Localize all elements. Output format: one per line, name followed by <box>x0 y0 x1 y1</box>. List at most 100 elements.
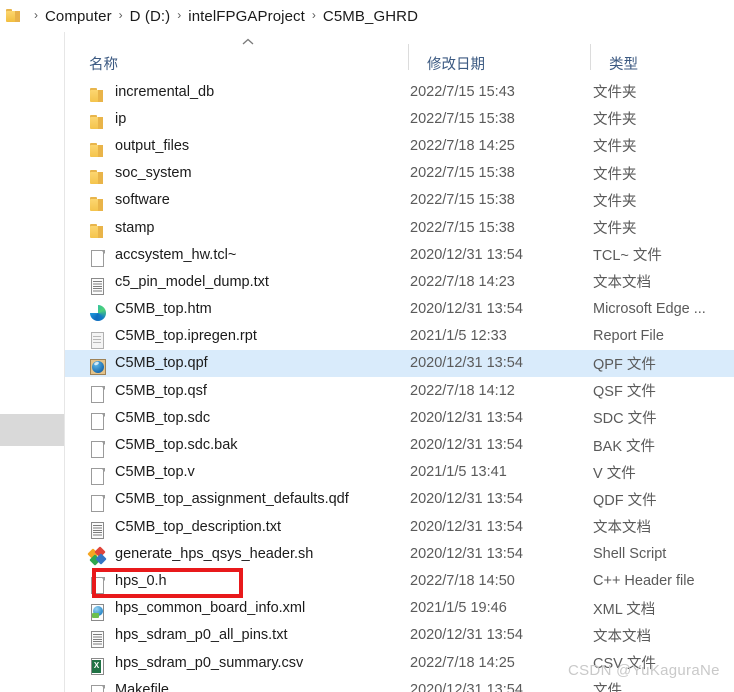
report-file-icon <box>89 330 107 350</box>
file-name[interactable]: C5MB_top.sdc.bak <box>115 437 238 453</box>
file-type: QSF 文件 <box>593 384 656 401</box>
file-name[interactable]: hps_common_board_info.xml <box>115 600 305 616</box>
table-row[interactable]: C5MB_top.sdc 2020/12/31 13:54 SDC 文件 <box>65 404 734 431</box>
table-row[interactable]: C5MB_top_description.txt 2020/12/31 13:54… <box>65 513 734 540</box>
file-name[interactable]: C5MB_top.v <box>115 464 195 480</box>
blank-document-icon <box>89 411 107 431</box>
file-date-modified: 2020/12/31 13:54 <box>410 409 523 426</box>
file-name[interactable]: C5MB_top.ipregen.rpt <box>115 328 257 344</box>
file-name[interactable]: C5MB_top_description.txt <box>115 519 281 535</box>
folder-icon <box>89 112 107 132</box>
column-header-row[interactable]: 名称 修改日期 类型 <box>65 32 734 78</box>
column-header-date-modified[interactable]: 修改日期 <box>427 53 485 74</box>
table-row[interactable]: C5MB_top.ipregen.rpt 2021/1/5 12:33 Report… <box>65 323 734 350</box>
table-row[interactable]: hps_common_board_info.xml 2021/1/5 19:46 X… <box>65 595 734 622</box>
file-name[interactable]: c5_pin_model_dump.txt <box>115 274 269 290</box>
file-name[interactable]: hps_sdram_p0_summary.csv <box>115 655 303 671</box>
file-name[interactable]: Makefile <box>115 682 169 692</box>
file-name[interactable]: soc_system <box>115 165 192 181</box>
file-type: 文件夹 <box>593 139 637 156</box>
file-date-modified: 2020/12/31 13:54 <box>410 355 523 372</box>
breadcrumb[interactable]: › Computer › D (D:) › intelFPGAProject ›… <box>6 0 418 32</box>
file-list[interactable]: incremental_db 2022/7/15 15:43 文件夹 ip 2022/7… <box>65 78 734 692</box>
file-date-modified: 2021/1/5 19:46 <box>410 600 507 617</box>
file-name[interactable]: output_files <box>115 138 189 154</box>
file-date-modified: 2022/7/15 15:38 <box>410 165 515 182</box>
folder-icon <box>6 9 21 23</box>
file-name[interactable]: C5MB_top_assignment_defaults.qdf <box>115 491 349 507</box>
blank-document-icon <box>89 683 107 692</box>
folder-icon <box>89 221 107 241</box>
table-row[interactable]: C5MB_top_assignment_defaults.qdf 2020/12/… <box>65 486 734 513</box>
navigation-pane[interactable] <box>0 32 64 692</box>
file-date-modified: 2020/12/31 13:54 <box>410 545 523 562</box>
table-row[interactable]: C5MB_top.qpf 2020/12/31 13:54 QPF 文件 <box>65 349 734 378</box>
breadcrumb-item-drive-d[interactable]: D (D:) <box>130 8 171 25</box>
table-row[interactable]: generate_hps_qsys_header.sh 2020/12/31 13… <box>65 540 734 567</box>
breadcrumb-separator: › <box>34 8 38 22</box>
file-type: 文件夹 <box>593 85 637 102</box>
file-type: QPF 文件 <box>593 356 656 373</box>
table-row[interactable]: ip 2022/7/15 15:38 文件夹 <box>65 105 734 132</box>
blank-document-icon <box>89 466 107 486</box>
table-row[interactable]: software 2022/7/15 15:38 文件夹 <box>65 187 734 214</box>
file-date-modified: 2022/7/18 14:12 <box>410 382 515 399</box>
breadcrumb-item-computer[interactable]: Computer <box>45 8 112 25</box>
folder-icon <box>89 194 107 214</box>
blank-document-icon <box>89 248 107 268</box>
file-name[interactable]: C5MB_top.sdc <box>115 410 210 426</box>
file-name[interactable]: hps_sdram_p0_all_pins.txt <box>115 627 288 643</box>
table-row[interactable]: accsystem_hw.tcl~ 2020/12/31 13:54 TCL~ 文件 <box>65 241 734 268</box>
navigation-pane-selection-block <box>0 414 64 446</box>
file-name[interactable]: generate_hps_qsys_header.sh <box>115 546 313 562</box>
file-name[interactable]: accsystem_hw.tcl~ <box>115 247 236 263</box>
table-row[interactable]: soc_system 2022/7/15 15:38 文件夹 <box>65 160 734 187</box>
file-date-modified: 2022/7/18 14:23 <box>410 273 515 290</box>
table-row[interactable]: Makefile 2020/12/31 13:54 文件 <box>65 676 734 692</box>
table-row[interactable]: output_files 2022/7/18 14:25 文件夹 <box>65 132 734 159</box>
breadcrumb-separator: › <box>118 8 123 22</box>
file-date-modified: 2022/7/15 15:38 <box>410 192 515 209</box>
edge-browser-icon <box>89 303 107 323</box>
breadcrumb-item-intelfpgaproject[interactable]: intelFPGAProject <box>188 8 305 25</box>
file-name[interactable]: incremental_db <box>115 84 214 100</box>
file-date-modified: 2020/12/31 13:54 <box>410 437 523 454</box>
xml-document-icon <box>89 602 107 622</box>
file-type: 文本文档 <box>593 628 651 645</box>
table-row[interactable]: Xhps_sdram_p0_summary.csv 2022/7/18 14:25… <box>65 649 734 676</box>
file-name[interactable]: C5MB_top.qsf <box>115 383 207 399</box>
table-row[interactable]: c5_pin_model_dump.txt 2022/7/18 14:23 文本文档 <box>65 268 734 295</box>
shell-script-icon <box>87 546 107 567</box>
folder-icon <box>89 140 107 160</box>
table-row[interactable]: C5MB_top.sdc.bak 2020/12/31 13:54 BAK 文件 <box>65 431 734 458</box>
file-type: 文件夹 <box>593 166 637 183</box>
file-type: 文本文档 <box>593 520 651 537</box>
file-name[interactable]: C5MB_top.qpf <box>115 355 208 371</box>
column-header-name[interactable]: 名称 <box>89 53 118 74</box>
sort-ascending-icon <box>242 38 254 46</box>
table-row[interactable]: C5MB_top.v 2021/1/5 13:41 V 文件 <box>65 459 734 486</box>
file-name[interactable]: software <box>115 192 170 208</box>
table-row[interactable]: hps_0.h 2022/7/18 14:50 C++ Header file <box>65 567 734 594</box>
table-row[interactable]: hps_sdram_p0_all_pins.txt 2020/12/31 13:5… <box>65 622 734 649</box>
table-row[interactable]: incremental_db 2022/7/15 15:43 文件夹 <box>65 78 734 105</box>
file-name[interactable]: C5MB_top.htm <box>115 301 212 317</box>
breadcrumb-item-c5mb-ghrd[interactable]: C5MB_GHRD <box>323 8 418 25</box>
file-list-pane[interactable]: 名称 修改日期 类型 incremental_db 2022/7/15 15:43… <box>65 32 734 692</box>
table-row[interactable]: C5MB_top.htm 2020/12/31 13:54 Microsoft Ed… <box>65 296 734 323</box>
file-type: SDC 文件 <box>593 411 657 428</box>
column-header-type[interactable]: 类型 <box>609 53 638 74</box>
table-row[interactable]: stamp 2022/7/15 15:38 文件夹 <box>65 214 734 241</box>
blank-document-icon <box>89 493 107 513</box>
file-name[interactable]: hps_0.h <box>115 573 167 589</box>
column-divider-2[interactable] <box>590 44 591 70</box>
address-bar[interactable]: › Computer › D (D:) › intelFPGAProject ›… <box>0 0 734 32</box>
file-name[interactable]: stamp <box>115 220 155 236</box>
folder-icon <box>89 85 107 105</box>
file-type: QDF 文件 <box>593 492 657 509</box>
table-row[interactable]: C5MB_top.qsf 2022/7/18 14:12 QSF 文件 <box>65 377 734 404</box>
column-divider-1[interactable] <box>408 44 409 70</box>
file-date-modified: 2022/7/15 15:43 <box>410 83 515 100</box>
file-type: V 文件 <box>593 465 636 482</box>
file-name[interactable]: ip <box>115 111 126 127</box>
